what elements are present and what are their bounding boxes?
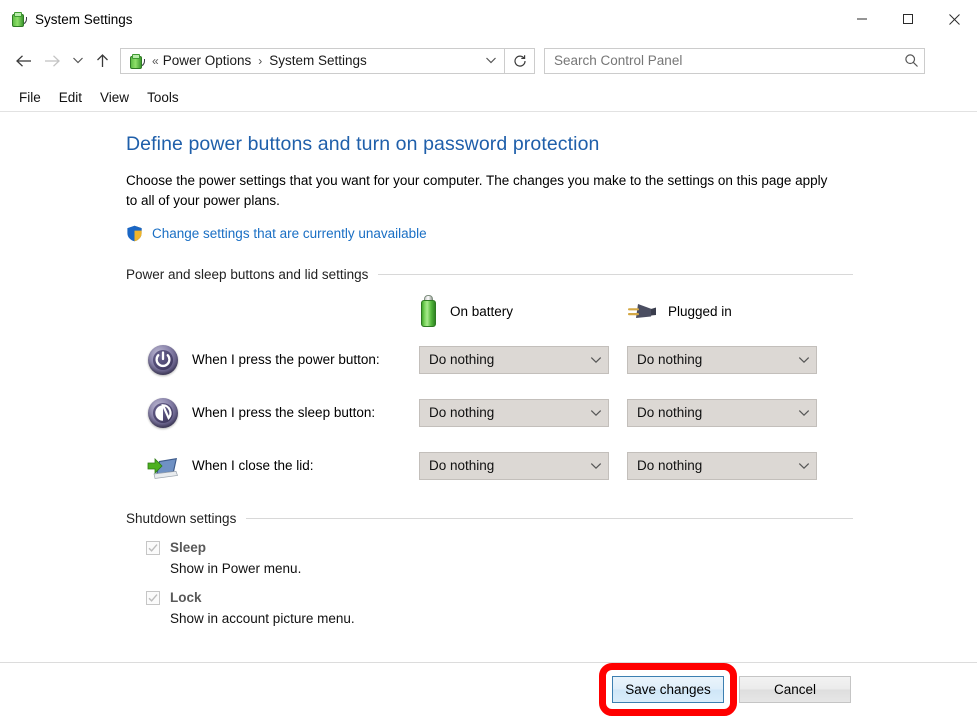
breadcrumb-power-options-icon [128,53,145,69]
setting-row-power-button: When I press the power button: Do nothin… [126,333,977,386]
combobox-close-lid-plugged-in[interactable]: Do nothing [627,451,817,480]
recent-locations-chevron-icon[interactable] [66,46,90,76]
section-header-power-and-sleep: Power and sleep buttons and lid settings [126,267,853,282]
power-plug-icon [627,300,657,322]
checkbox-description-lock: Show in account picture menu. [170,611,355,626]
checkbox-label-lock: Lock [170,590,202,605]
minimize-icon[interactable] [839,0,885,38]
section-header-shutdown-settings: Shutdown settings [126,511,853,526]
battery-icon [419,294,439,328]
save-changes-wrapper: Save changes [599,662,737,716]
menu-item-view[interactable]: View [91,88,138,107]
section-title: Shutdown settings [126,511,237,526]
maximize-icon[interactable] [885,0,931,38]
page-description: Choose the power settings that you want … [126,173,828,208]
menu-item-tools[interactable]: Tools [138,88,188,107]
checkbox-row-sleep[interactable]: Sleep [126,540,977,555]
section-divider [378,274,853,275]
setting-label-close-lid: When I close the lid: [192,458,314,473]
footer-actions: Save changes Cancel [0,662,977,716]
chevron-down-icon[interactable] [584,356,608,364]
up-arrow-icon[interactable] [90,46,114,76]
close-icon[interactable] [931,0,977,38]
combobox-value: Do nothing [429,458,495,473]
uac-shield-icon [126,225,143,242]
chevron-down-icon[interactable] [792,356,816,364]
section-title: Power and sleep buttons and lid settings [126,267,369,282]
chevron-down-icon[interactable] [478,56,504,65]
column-label-on-battery: On battery [450,303,514,319]
breadcrumb-segment-system-settings[interactable]: System Settings [269,53,367,68]
combobox-power-button-on-battery[interactable]: Do nothing [419,345,609,374]
combobox-sleep-button-on-battery[interactable]: Do nothing [419,398,609,427]
window-controls [839,0,977,38]
chevron-down-icon[interactable] [584,462,608,470]
setting-label-power-button: When I press the power button: [192,352,380,367]
combobox-power-button-plugged-in[interactable]: Do nothing [627,345,817,374]
breadcrumb-overflow[interactable]: « [152,54,159,68]
breadcrumb-segment-power-options[interactable]: Power Options [163,53,252,68]
chevron-down-icon[interactable] [792,409,816,417]
checkbox-row-lock[interactable]: Lock [126,590,977,605]
page-title: Define power buttons and turn on passwor… [126,133,600,155]
cancel-button[interactable]: Cancel [739,675,851,703]
menu-item-edit[interactable]: Edit [50,88,91,107]
search-field[interactable] [545,53,898,68]
checkbox-description-sleep: Show in Power menu. [170,561,302,576]
column-header-plugged-in: Plugged in [627,300,835,322]
checkbox-lock[interactable] [146,590,160,605]
chevron-down-icon[interactable] [792,462,816,470]
change-settings-link[interactable]: Change settings that are currently unava… [152,226,427,241]
search-input[interactable] [544,47,925,74]
combobox-value: Do nothing [429,352,495,367]
sleep-button-icon [146,396,180,430]
combobox-sleep-button-plugged-in[interactable]: Do nothing [627,398,817,427]
change-settings-link-row[interactable]: Change settings that are currently unava… [126,225,977,242]
breadcrumb-separator: › [258,53,263,68]
chevron-down-icon[interactable] [584,409,608,417]
power-options-icon [10,11,27,27]
power-button-icon [146,343,180,377]
breadcrumb[interactable]: « Power Options › System Settings [120,47,505,74]
search-icon[interactable] [898,53,924,68]
setting-row-close-lid: When I close the lid: Do nothing Do noth… [126,439,977,492]
setting-label-sleep-button: When I press the sleep button: [192,405,376,420]
column-label-plugged-in: Plugged in [668,303,732,319]
combobox-value: Do nothing [429,405,495,420]
save-changes-button[interactable]: Save changes [612,675,724,703]
refresh-icon[interactable] [505,47,535,74]
combobox-value: Do nothing [637,352,703,367]
column-header-on-battery: On battery [419,294,627,328]
forward-arrow-icon [38,46,66,76]
checkbox-label-sleep: Sleep [170,540,207,555]
menu-item-file[interactable]: File [10,88,50,107]
laptop-lid-icon [146,449,180,483]
window-title: System Settings [35,11,133,27]
column-headers: On battery Plugged in [126,289,977,333]
address-toolbar: « Power Options › System Settings [0,38,977,83]
combobox-value: Do nothing [637,458,703,473]
main-content: Define power buttons and turn on passwor… [0,112,977,626]
window-title-bar: System Settings [0,0,977,38]
checkbox-sleep[interactable] [146,540,160,555]
menu-bar: File Edit View Tools [0,83,977,111]
back-arrow-icon[interactable] [10,46,38,76]
section-divider [246,518,853,519]
combobox-close-lid-on-battery[interactable]: Do nothing [419,451,609,480]
combobox-value: Do nothing [637,405,703,420]
setting-row-sleep-button: When I press the sleep button: Do nothin… [126,386,977,439]
